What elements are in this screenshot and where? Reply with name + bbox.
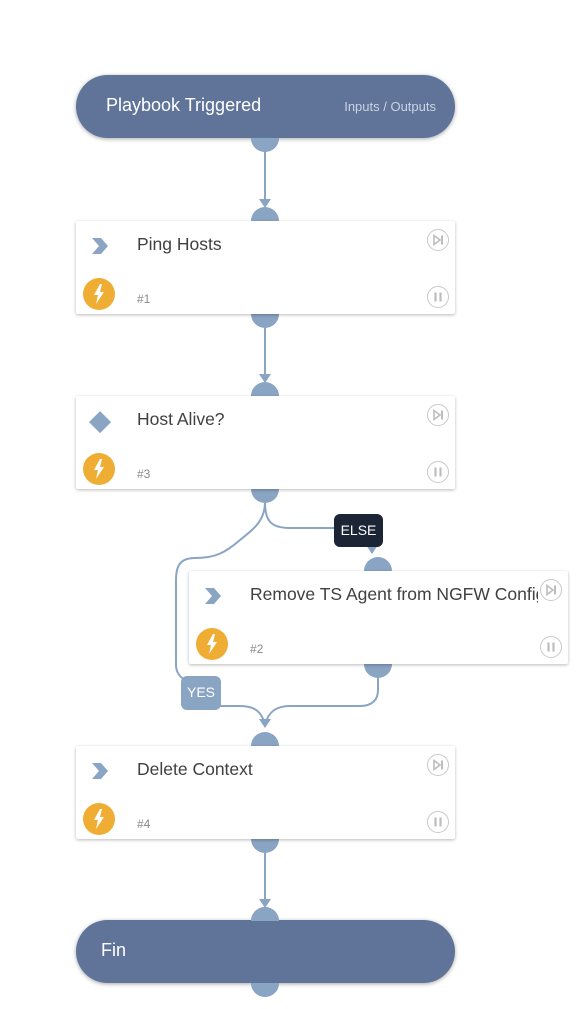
edge-label-else[interactable]: ELSE [334,514,383,547]
task-number: #1 [137,292,151,306]
start-node-title: Playbook Triggered [106,95,262,115]
skip-icon [433,233,443,247]
port-remove-out[interactable] [364,664,392,678]
skip-icon [546,583,556,597]
connectors-layer [175,138,392,997]
task-title: Delete Context [137,759,253,779]
task-number: #2 [250,642,264,656]
diamond-icon [89,411,112,433]
task-node-ping-hosts[interactable]: Ping Hosts #1 [76,221,455,314]
task-number: #3 [137,467,151,481]
lightning-bolt-icon [196,628,228,660]
arrowhead-fin [259,899,271,908]
task-node-remove-ts-agent[interactable]: Remove TS Agent from NGFW Config #2 [189,571,568,664]
condition-node-host-alive[interactable]: Host Alive? #3 [76,396,455,489]
task-title: Ping Hosts [137,234,222,254]
pause-icon [434,817,442,827]
pause-icon [434,292,442,302]
arrowhead-hostalive [259,374,271,383]
pause-button[interactable] [427,461,449,483]
port-delete-in[interactable] [251,732,279,746]
skip-button[interactable] [540,579,562,601]
port-hostalive-out[interactable] [251,489,279,503]
port-fin-in[interactable] [251,907,279,921]
port-delete-out[interactable] [251,839,279,853]
skip-button[interactable] [427,229,449,251]
chevron-icon [205,588,221,604]
lightning-bolt-icon [83,453,115,485]
lightning-bolt-icon [83,803,115,835]
port-fin-out[interactable] [251,983,279,997]
skip-button[interactable] [427,404,449,426]
port-ping-in[interactable] [251,207,279,221]
end-node-title: Fin [101,940,127,960]
edge-yes-to-delete [220,705,266,726]
lightning-bolt-icon [83,278,115,310]
task-title: Remove TS Agent from NGFW Config [250,584,538,604]
pause-icon [434,467,442,477]
skip-icon [433,408,443,422]
port-start-out[interactable] [251,138,279,152]
pause-button[interactable] [540,636,562,658]
end-node[interactable]: Fin [76,920,455,983]
port-remove-in[interactable] [364,557,392,571]
task-title: Host Alive? [137,409,225,429]
port-ping-out[interactable] [251,314,279,328]
skip-icon [433,758,443,772]
pause-button[interactable] [427,286,449,308]
port-hostalive-in[interactable] [251,382,279,396]
pause-button[interactable] [427,811,449,833]
edge-hostalive-to-else [264,501,340,529]
playbook-canvas: Playbook Triggered Inputs / Outputs Ping… [0,0,578,1009]
skip-button[interactable] [427,754,449,776]
edge-remove-to-delete [264,675,379,726]
task-number: #4 [137,817,151,831]
arrowhead-ping [259,199,271,208]
arrowhead-delete [259,719,271,728]
inputs-outputs-link[interactable]: Inputs / Outputs [344,99,436,114]
chevron-icon [92,763,108,779]
chevron-icon [92,238,108,254]
edge-label-yes[interactable]: YES [181,676,221,710]
pause-icon [547,642,555,652]
task-node-delete-context[interactable]: Delete Context #4 [76,746,455,839]
start-node[interactable]: Playbook Triggered Inputs / Outputs [76,75,455,138]
